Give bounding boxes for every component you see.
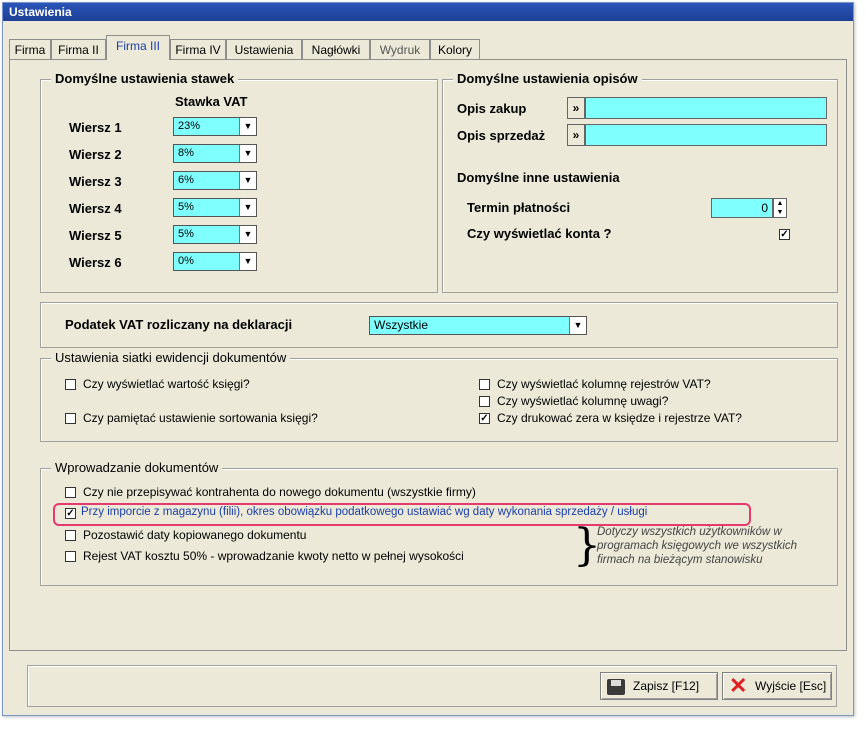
combo-value: 23% [178, 120, 201, 132]
row-label: Wiersz 6 [69, 255, 122, 270]
row-label: Wiersz 5 [69, 228, 122, 243]
save-disk-icon [607, 679, 625, 695]
tab-firma-iv[interactable]: Firma IV [170, 39, 226, 59]
save-button[interactable]: Zapisz [F12] [600, 672, 718, 700]
vat-rate-combo[interactable]: 0% [173, 252, 257, 271]
opis-zakup-input[interactable] [585, 97, 827, 119]
grid-option-label: Czy wyświetlać kolumnę rejestrów VAT? [497, 377, 711, 391]
window-title: Ustawienia [3, 3, 853, 21]
row-label: Wiersz 3 [69, 174, 122, 189]
exit-button[interactable]: ✕ Wyjście [Esc] [722, 672, 832, 700]
chevron-down-icon[interactable] [239, 172, 256, 189]
rates-group: Domyślne ustawienia stawek Stawka VAT Wi… [40, 71, 438, 293]
other-settings-header: Domyślne inne ustawienia [457, 170, 620, 185]
combo-value: 6% [178, 174, 194, 186]
vat-rate-combo[interactable]: 5% [173, 198, 257, 217]
tab-naglowki[interactable]: Nagłówki [302, 39, 370, 59]
vat-decl-combo[interactable]: Wszystkie [369, 316, 587, 335]
disk-label-shape [611, 680, 621, 686]
tab-firma[interactable]: Firma [9, 39, 51, 59]
grid-option-label: Czy drukować zera w księdze i rejestrze … [497, 411, 742, 425]
scope-note: Dotyczy wszystkich użytkowników w progra… [597, 526, 798, 566]
grid-checkbox[interactable] [479, 379, 490, 390]
vat-rate-combo[interactable]: 5% [173, 225, 257, 244]
entry-checkbox[interactable] [65, 530, 76, 541]
grid-checkbox[interactable] [65, 379, 76, 390]
row-label: Wiersz 2 [69, 147, 122, 162]
grid-option-label: Czy wyświetlać wartość księgi? [83, 377, 250, 391]
grid-checkbox[interactable] [479, 396, 490, 407]
vat-decl-label: Podatek VAT rozliczany na deklaracji [65, 317, 293, 332]
grid-legend: Ustawienia siatki ewidencji dokumentów [51, 350, 291, 365]
tab-wydruk[interactable]: Wydruk [370, 39, 430, 59]
exit-label: Wyjście [Esc] [755, 679, 827, 693]
konta-label: Czy wyświetlać konta ? [467, 226, 612, 241]
entry-option-label: Pozostawić daty kopiowanego dokumentu [83, 528, 307, 542]
chevron-down-icon[interactable] [239, 226, 256, 243]
row-label: Wiersz 4 [69, 201, 122, 216]
tab-kolory[interactable]: Kolory [430, 39, 480, 59]
konta-checkbox[interactable]: ✓ [779, 229, 790, 240]
row-label: Wiersz 1 [69, 120, 122, 135]
grid-option-label: Czy pamiętać ustawienie sortowania księg… [83, 411, 318, 425]
combo-value: Wszystkie [374, 318, 428, 332]
entry-option-label: Przy imporcie z magazynu (filii), okres … [81, 506, 648, 518]
entry-legend: Wprowadzanie dokumentów [51, 460, 223, 475]
descriptions-legend: Domyślne ustawienia opisów [453, 71, 642, 86]
close-icon: ✕ [729, 673, 748, 698]
chevron-down-icon[interactable] [239, 145, 256, 162]
tab-panel: Domyślne ustawienia stawek Stawka VAT Wi… [9, 59, 847, 651]
settings-window: Ustawienia Firma Firma II Firma III Firm… [2, 2, 854, 716]
opis-sprzedaz-input[interactable] [585, 124, 827, 146]
entry-checkbox[interactable] [65, 487, 76, 498]
tab-firma-iii[interactable]: Firma III [106, 35, 170, 60]
opis-zakup-label: Opis zakup [457, 101, 527, 116]
spinner-icon[interactable]: ▲ ▼ [773, 198, 787, 218]
grid-settings-group: Ustawienia siatki ewidencji dokumentów C… [40, 350, 838, 442]
chevron-down-icon[interactable] [239, 199, 256, 216]
termin-input[interactable]: 0 [711, 198, 773, 218]
combo-value: 5% [178, 228, 194, 240]
grid-checkbox[interactable]: ✓ [479, 413, 490, 424]
termin-label: Termin płatności [467, 200, 571, 215]
opis-sprzedaz-button[interactable]: » [567, 124, 585, 146]
combo-value: 0% [178, 255, 194, 267]
entry-checkbox[interactable] [65, 551, 76, 562]
descriptions-group: Domyślne ustawienia opisów Opis zakup » … [442, 71, 838, 293]
opis-zakup-button[interactable]: » [567, 97, 585, 119]
entry-group: Wprowadzanie dokumentów Czy nie przepisy… [40, 460, 838, 586]
vat-rate-combo[interactable]: 8% [173, 144, 257, 163]
combo-value: 8% [178, 147, 194, 159]
opis-sprzedaz-label: Opis sprzedaż [457, 128, 546, 143]
grid-option-label: Czy wyświetlać kolumnę uwagi? [497, 394, 669, 408]
vat-decl-group: Podatek VAT rozliczany na deklaracji Wsz… [40, 302, 838, 348]
button-bar: Zapisz [F12] ✕ Wyjście [Esc] [27, 665, 837, 707]
grid-checkbox[interactable] [65, 413, 76, 424]
chevron-down-icon[interactable] [239, 253, 256, 270]
chevron-down-icon[interactable] [569, 317, 586, 334]
vat-rate-header: Stawka VAT [175, 94, 248, 109]
tab-ustawienia[interactable]: Ustawienia [226, 39, 302, 59]
vat-rate-combo[interactable]: 6% [173, 171, 257, 190]
chevron-down-icon[interactable] [239, 118, 256, 135]
entry-checkbox[interactable]: ✓ [65, 508, 76, 519]
entry-option-label: Czy nie przepisywać kontrahenta do noweg… [83, 485, 476, 499]
save-label: Zapisz [F12] [633, 679, 700, 693]
tab-firma-ii[interactable]: Firma II [51, 39, 106, 59]
combo-value: 5% [178, 201, 194, 213]
entry-option-label: Rejest VAT kosztu 50% - wprowadzanie kwo… [83, 549, 464, 563]
rates-legend: Domyślne ustawienia stawek [51, 71, 239, 86]
vat-rate-combo[interactable]: 23% [173, 117, 257, 136]
